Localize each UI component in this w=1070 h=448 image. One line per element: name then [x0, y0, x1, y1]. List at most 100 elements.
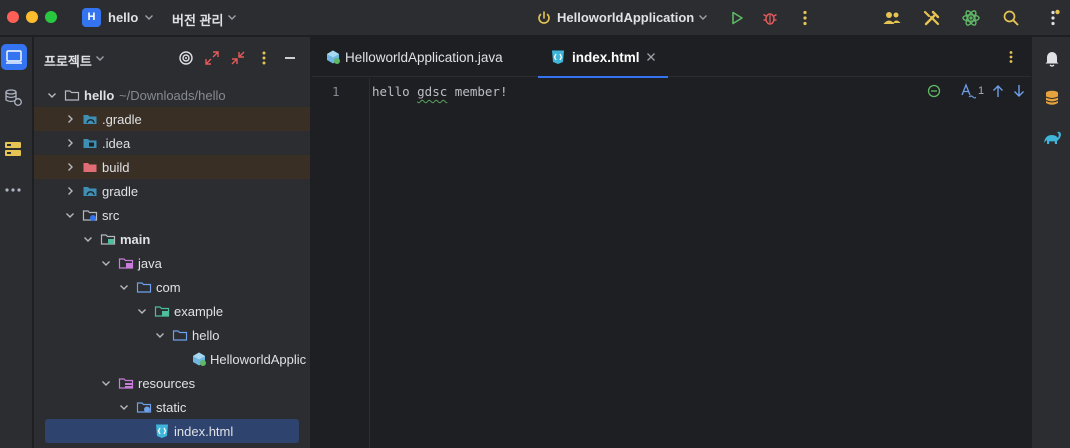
run-icon[interactable]: [727, 8, 747, 28]
tree-item-build[interactable]: build: [34, 155, 310, 179]
project-switcher[interactable]: hello: [108, 10, 138, 25]
chevron-right-icon[interactable]: [64, 137, 76, 149]
debug-icon[interactable]: [760, 8, 780, 28]
source-folder-icon: [82, 210, 98, 221]
chevron-down-icon[interactable]: [82, 233, 94, 245]
code-text: member!: [447, 84, 508, 99]
database-icon[interactable]: [1043, 89, 1061, 107]
chevron-down-icon[interactable]: [46, 89, 58, 101]
ai-assistant-icon[interactable]: [961, 8, 981, 28]
chevron-down-icon[interactable]: [64, 209, 76, 221]
close-window-button[interactable]: [7, 11, 19, 23]
tree-item-root-hello[interactable]: hello ~/Downloads/hello: [34, 83, 310, 107]
hide-icon[interactable]: [281, 49, 299, 67]
tree-item-path: ~/Downloads/hello: [119, 88, 226, 103]
tree-item-main[interactable]: main: [34, 227, 310, 251]
chevron-right-icon[interactable]: [64, 113, 76, 125]
code-line[interactable]: hello gdsc member!: [372, 84, 507, 99]
gradle-folder-icon: [83, 187, 97, 196]
tree-item-helloworld-application[interactable]: HelloworldApplic: [34, 347, 310, 371]
left-tool-strip: [0, 37, 33, 448]
project-view-icon: [6, 50, 22, 64]
tree-item-label: resources: [138, 376, 196, 391]
typo-icon[interactable]: [960, 82, 976, 100]
line-number: 1: [332, 84, 340, 99]
tree-item-label: java: [138, 256, 162, 271]
html-file-icon: [552, 50, 564, 64]
tree-item-hello-package[interactable]: hello: [34, 323, 310, 347]
chevron-down-icon[interactable]: [136, 305, 148, 317]
tree-item-resources[interactable]: resources: [34, 371, 310, 395]
tree-item-label: static: [156, 400, 187, 415]
build-tools-icon[interactable]: [922, 8, 942, 28]
spring-class-icon: [193, 352, 206, 366]
options-icon[interactable]: [255, 49, 273, 67]
search-icon[interactable]: [1001, 8, 1021, 28]
notifications-icon[interactable]: [1042, 48, 1062, 68]
chevron-right-icon[interactable]: [64, 161, 76, 173]
tab-index-html[interactable]: index.html: [538, 37, 668, 78]
project-badge[interactable]: H: [82, 8, 101, 27]
arrow-up-icon[interactable]: [990, 82, 1006, 100]
run-configuration-selector[interactable]: HelloworldApplication: [557, 10, 694, 25]
chevron-down-icon[interactable]: [697, 11, 709, 23]
tree-item-example[interactable]: example: [34, 299, 310, 323]
tree-item-src[interactable]: src: [34, 203, 310, 227]
collapse-all-icon[interactable]: [229, 49, 247, 67]
chevron-down-icon[interactable]: [154, 329, 166, 341]
tree-item-gradle[interactable]: gradle: [34, 179, 310, 203]
chevron-down-icon[interactable]: [118, 281, 130, 293]
close-icon[interactable]: [646, 52, 656, 62]
tree-item-index-html[interactable]: index.html: [45, 419, 299, 443]
locate-icon[interactable]: [177, 49, 195, 67]
minimize-window-button[interactable]: [26, 11, 38, 23]
tree-item-label: build: [102, 160, 130, 175]
code-text: hello: [372, 84, 418, 99]
chevron-down-icon[interactable]: [226, 11, 238, 23]
project-panel: 프로젝트 hello ~/Downloads/hello .gradle .id…: [34, 37, 311, 448]
tree-item-label: .gradle: [102, 112, 142, 127]
tree-item-java[interactable]: java: [34, 251, 310, 275]
tree-item-label: src: [102, 208, 120, 223]
tree-item-label: .idea: [102, 136, 131, 151]
expand-all-icon[interactable]: [203, 49, 221, 67]
vcs-menu[interactable]: 버전 관리: [172, 10, 223, 29]
tree-item-idea[interactable]: .idea: [34, 131, 310, 155]
more-vertical-icon[interactable]: [795, 8, 815, 28]
project-tool-button[interactable]: [1, 44, 27, 70]
chevron-down-icon[interactable]: [143, 11, 155, 23]
package-icon: [172, 330, 188, 341]
tree-item-com[interactable]: com: [34, 275, 310, 299]
typo-highlight[interactable]: gdsc: [417, 84, 447, 99]
tree-item-dot-gradle[interactable]: .gradle: [34, 107, 310, 131]
structure-icon[interactable]: [4, 140, 22, 158]
no-errors-icon[interactable]: [926, 82, 942, 100]
editor-area: HelloworldApplication.java index.html 1 …: [312, 37, 1031, 448]
settings-icon[interactable]: [1043, 8, 1063, 28]
chevron-right-icon[interactable]: [64, 185, 76, 197]
tab-helloworld-application[interactable]: HelloworldApplication.java: [322, 37, 527, 77]
arrow-down-icon[interactable]: [1011, 82, 1027, 100]
gradle-folder-icon: [83, 115, 97, 124]
line-number-gutter: 1: [312, 78, 370, 448]
tree-item-static[interactable]: static: [34, 395, 310, 419]
tree-item-label: index.html: [174, 424, 234, 439]
package-icon: [154, 306, 170, 317]
chevron-down-icon[interactable]: [94, 52, 106, 64]
tree-item-label: example: [174, 304, 224, 319]
power-icon: [538, 11, 550, 24]
project-panel-title[interactable]: 프로젝트: [44, 51, 92, 70]
more-vertical-icon[interactable]: [1003, 49, 1019, 65]
module-folder-icon: [100, 234, 116, 245]
chevron-down-icon[interactable]: [118, 401, 130, 413]
code-with-me-icon[interactable]: [882, 8, 902, 28]
chevron-down-icon[interactable]: [100, 377, 112, 389]
maximize-window-button[interactable]: [45, 11, 57, 23]
typo-count: 1: [978, 85, 985, 97]
chevron-down-icon[interactable]: [100, 257, 112, 269]
more-tools-icon[interactable]: [4, 181, 22, 199]
gradle-icon[interactable]: [1042, 129, 1062, 147]
services-icon[interactable]: [3, 87, 23, 107]
tab-label: index.html: [572, 50, 640, 65]
right-tool-strip: [1031, 37, 1070, 448]
